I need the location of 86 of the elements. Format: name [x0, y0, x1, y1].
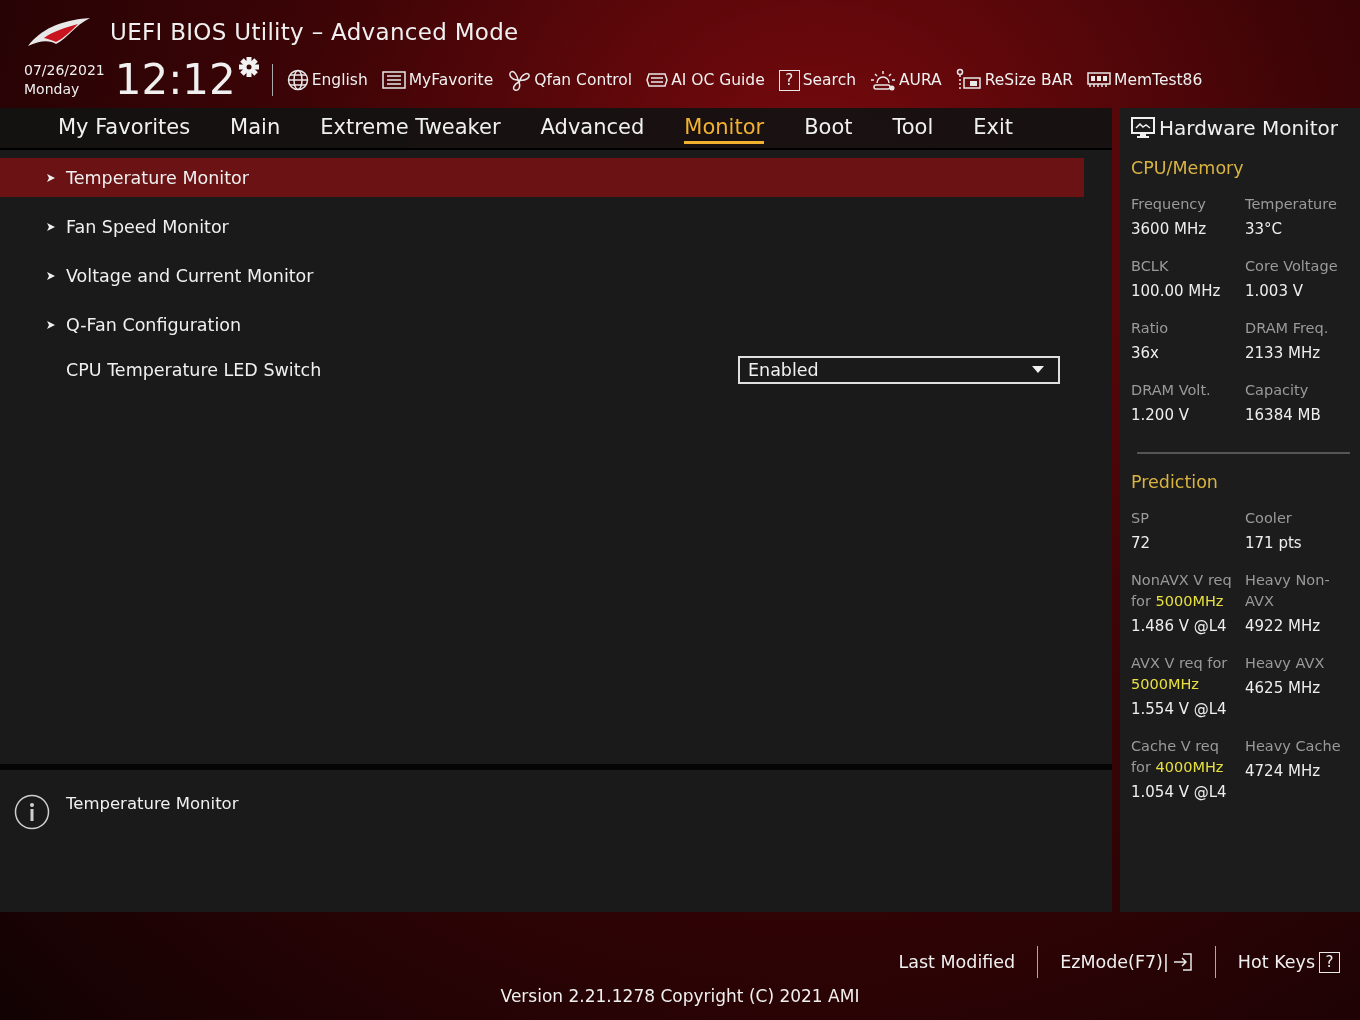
- footer-button[interactable]: Last Modified: [898, 952, 1016, 972]
- section-title: Prediction: [1131, 472, 1219, 492]
- weekday-text: Monday: [24, 80, 81, 99]
- globe-icon: [286, 69, 309, 91]
- stat-value: 33°C: [1245, 220, 1284, 238]
- toolbar-button[interactable]: MemTest86: [1087, 71, 1203, 89]
- stat-label: Frequency: [1131, 195, 1207, 214]
- stat-label: AVX V req for 5000MHz: [1131, 654, 1229, 694]
- settings-icon[interactable]: [237, 56, 260, 78]
- menu-item[interactable]: Q-Fan Configuration: [66, 314, 242, 335]
- menu-tab[interactable]: Monitor: [684, 112, 765, 144]
- stat-label: Cooler: [1245, 509, 1293, 528]
- stat-value: 1.554 V @L4: [1131, 700, 1228, 718]
- clock-time: 12:12: [114, 58, 236, 102]
- list-icon: [381, 70, 406, 90]
- toolbar-button[interactable]: ? Search: [778, 69, 856, 91]
- menu-tab[interactable]: Boot: [804, 112, 853, 144]
- arrow-icon: [46, 221, 56, 232]
- monitor-icon: [1131, 116, 1155, 140]
- arrow-icon: [46, 172, 56, 183]
- lightbulb-icon: [870, 69, 896, 91]
- stat-value: 36x: [1131, 344, 1160, 362]
- expansion-card-icon: [955, 68, 982, 92]
- stat-label: Core Voltage: [1245, 257, 1339, 276]
- info-icon: [14, 794, 50, 830]
- arrow-icon: [46, 270, 56, 281]
- selected-row[interactable]: Temperature Monitor: [0, 158, 1084, 197]
- toolbar-button[interactable]: MyFavorite: [381, 70, 494, 90]
- stat-value: 1.200 V: [1131, 406, 1190, 424]
- menu-item[interactable]: Fan Speed Monitor: [66, 216, 229, 237]
- stat-label: DRAM Freq.: [1245, 319, 1330, 338]
- stat-label: Temperature: [1245, 195, 1338, 214]
- panel-title: Hardware Monitor: [1159, 116, 1338, 140]
- stat-label: NonAVX V req for 5000MHz: [1131, 571, 1233, 611]
- stat-label: Capacity: [1245, 381, 1310, 400]
- stat-value: 2133 MHz: [1245, 344, 1322, 362]
- menu-tab[interactable]: Extreme Tweaker: [320, 112, 501, 144]
- eye-logo-icon: [26, 16, 92, 48]
- stat-value: 4922 MHz: [1245, 617, 1322, 635]
- arrow-icon: [46, 319, 56, 330]
- fan-icon: [507, 69, 532, 91]
- menu-tab[interactable]: My Favorites: [58, 112, 191, 144]
- chip-icon: [646, 70, 669, 90]
- help-icon: ?: [778, 69, 800, 91]
- window-title: UEFI BIOS Utility – Advanced Mode: [110, 19, 519, 45]
- date-text: 07/26/2021: [24, 61, 105, 80]
- toolbar-button[interactable]: ReSize BAR: [955, 68, 1074, 92]
- stat-label: Heavy Non-AVX: [1245, 571, 1331, 611]
- version-text: Version 2.21.1278 Copyright (C) 2021 AMI: [500, 986, 860, 1006]
- dropdown[interactable]: Enabled: [738, 355, 1060, 384]
- menu-item[interactable]: Voltage and Current Monitor: [66, 265, 314, 286]
- section-title: CPU/Memory: [1131, 158, 1245, 178]
- caret-icon: [1032, 366, 1044, 373]
- menu-tab[interactable]: Advanced: [540, 112, 645, 144]
- stat-value: 1.486 V @L4: [1131, 617, 1228, 635]
- footer-button[interactable]: EzMode(F7)|: [1060, 952, 1193, 972]
- stat-label: Heavy Cache: [1245, 737, 1342, 756]
- stat-label: Heavy AVX: [1245, 654, 1326, 673]
- help-icon: ?: [1319, 951, 1340, 973]
- stat-value: 171 pts: [1245, 534, 1303, 552]
- stat-value: 1.003 V: [1245, 282, 1304, 300]
- help-text: Temperature Monitor: [66, 794, 239, 813]
- stat-value: 3600 MHz: [1131, 220, 1208, 238]
- menu-label[interactable]: Temperature Monitor: [66, 167, 249, 188]
- stat-value: 1.054 V @L4: [1131, 783, 1228, 801]
- stat-label: SP: [1131, 509, 1150, 528]
- toolbar-button[interactable]: English: [286, 69, 368, 91]
- stat-value: 100.00 MHz: [1131, 282, 1222, 300]
- stat-label: Ratio: [1131, 319, 1170, 338]
- toolbar-button[interactable]: AI OC Guide: [646, 70, 765, 90]
- stat-value: 4625 MHz: [1245, 679, 1322, 697]
- memory-module-icon: [1087, 71, 1112, 89]
- stat-label: BCLK: [1131, 257, 1170, 276]
- stat-value: 72: [1131, 534, 1152, 552]
- stat-value: 16384 MB: [1245, 406, 1322, 424]
- setting-label: CPU Temperature LED Switch: [66, 359, 322, 380]
- menu-tab[interactable]: Tool: [892, 112, 934, 144]
- footer-button[interactable]: Hot Keys ?: [1237, 951, 1340, 973]
- toolbar-button[interactable]: Qfan Control: [507, 69, 633, 91]
- toolbar-button[interactable]: AURA: [870, 69, 942, 91]
- exit-icon: [1172, 952, 1193, 972]
- stat-value: 4724 MHz: [1245, 762, 1322, 780]
- menu-tab[interactable]: Main: [230, 112, 281, 144]
- stat-label: Cache V req for 4000MHz: [1131, 737, 1225, 777]
- stat-label: DRAM Volt.: [1131, 381, 1212, 400]
- menu-tab[interactable]: Exit: [973, 112, 1014, 144]
